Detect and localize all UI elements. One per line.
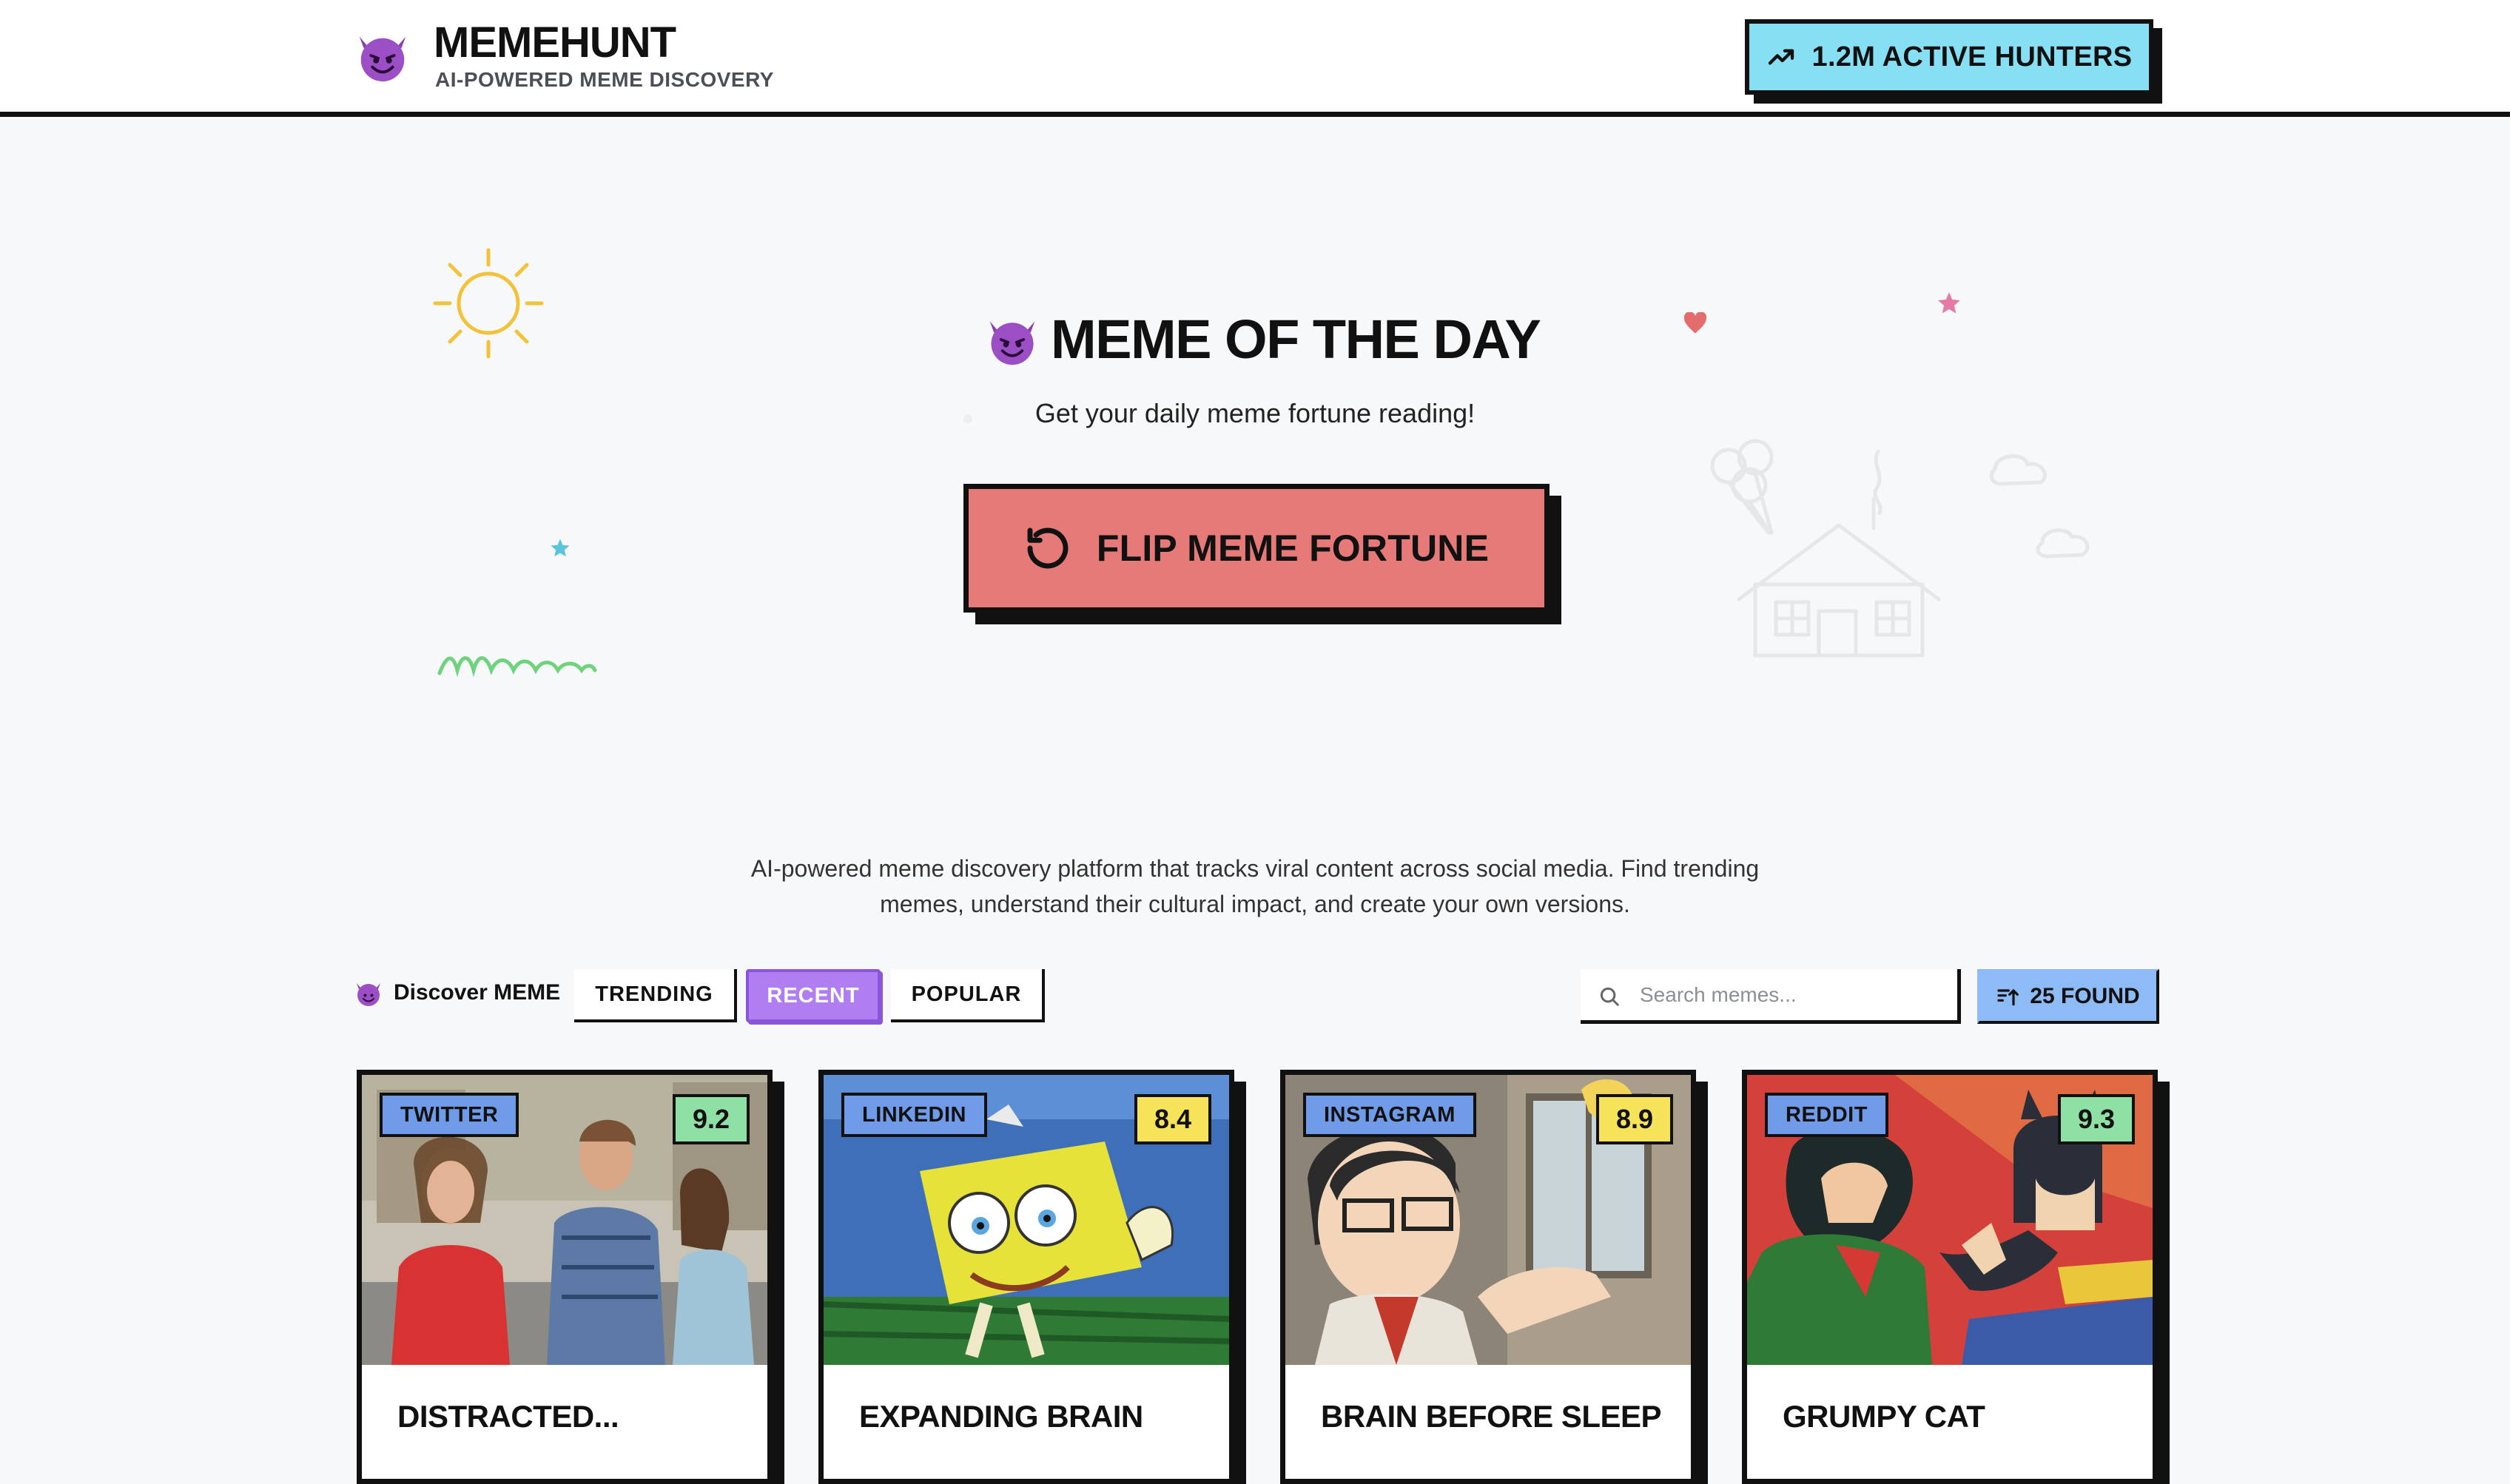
tab-recent[interactable]: RECENT [746, 969, 881, 1022]
platform-badge: REDDIT [1765, 1093, 1888, 1137]
search-input[interactable] [1638, 969, 1952, 1021]
platform-badge: TWITTER [380, 1093, 519, 1137]
green-squiggle-icon [437, 656, 597, 678]
meme-card[interactable]: TWITTER 9.2 DISTRACTED... [357, 1070, 773, 1484]
rotate-ccw-icon [1027, 527, 1069, 569]
search-box[interactable] [1581, 969, 1961, 1024]
meme-card[interactable]: REDDIT 9.3 GRUMPY CAT [1742, 1070, 2158, 1484]
discover-label: Discover MEME [394, 980, 561, 1005]
logo-subtitle: AI-POWERED MEME DISCOVERY [435, 68, 774, 91]
meme-title: BRAIN BEFORE SLEEP [1321, 1399, 1662, 1434]
pink-star-icon [1938, 292, 1960, 314]
hero-title: MEME OF THE DAY [1051, 308, 1541, 370]
flip-meme-fortune-button[interactable]: FLIP MEME FORTUNE [963, 484, 1550, 613]
results-count-button[interactable]: 25 FOUND [1977, 969, 2159, 1024]
score-badge: 9.2 [673, 1094, 750, 1144]
heart-icon [1683, 312, 1707, 334]
meme-card[interactable]: LINKEDIN 8.4 EXPANDING BRAIN [818, 1070, 1234, 1484]
meme-title: EXPANDING BRAIN [859, 1399, 1143, 1434]
flip-meme-fortune-label: FLIP MEME FORTUNE [1096, 527, 1490, 569]
score-badge: 8.4 [1134, 1094, 1211, 1144]
smiling-devil-icon [359, 36, 406, 82]
tab-trending[interactable]: TRENDING [574, 969, 737, 1022]
score-badge: 9.3 [2058, 1094, 2135, 1144]
smiling-devil-icon [989, 320, 1035, 365]
hero-title-group: MEME OF THE DAY [984, 308, 1541, 371]
score-badge: 8.9 [1596, 1094, 1673, 1144]
sun-doodle-icon [433, 248, 544, 359]
smiling-devil-icon [357, 983, 380, 1006]
search-icon [1600, 987, 1619, 1006]
hero-subtitle: Get your daily meme fortune reading! [1034, 398, 1476, 428]
meme-title: DISTRACTED... [397, 1399, 619, 1434]
results-count-label: 25 FOUND [2030, 983, 2140, 1008]
tab-popular[interactable]: POPULAR [891, 969, 1045, 1022]
discover-heading: Discover MEME [354, 978, 560, 1008]
sort-icon [1997, 988, 2019, 1005]
logo-title[interactable]: MEMEHUNT [434, 18, 676, 67]
meme-card[interactable]: INSTAGRAM 8.9 BRAIN BEFORE SLEEP [1280, 1070, 1696, 1484]
trending-up-icon [1768, 49, 1794, 65]
platform-badge: LINKEDIN [841, 1093, 987, 1137]
blue-star-icon [551, 539, 570, 557]
top-header: MEMEHUNT AI-POWERED MEME DISCOVERY 1.2M … [0, 0, 2510, 117]
active-hunters-button[interactable]: 1.2M ACTIVE HUNTERS [1745, 19, 2153, 95]
active-hunters-label: 1.2M ACTIVE HUNTERS [1811, 41, 2133, 72]
house-sketch-icon [1710, 439, 2090, 658]
meme-title: GRUMPY CAT [1783, 1399, 1985, 1434]
platform-badge: INSTAGRAM [1303, 1093, 1476, 1137]
platform-description: AI-powered meme discovery platform that … [750, 855, 1760, 917]
